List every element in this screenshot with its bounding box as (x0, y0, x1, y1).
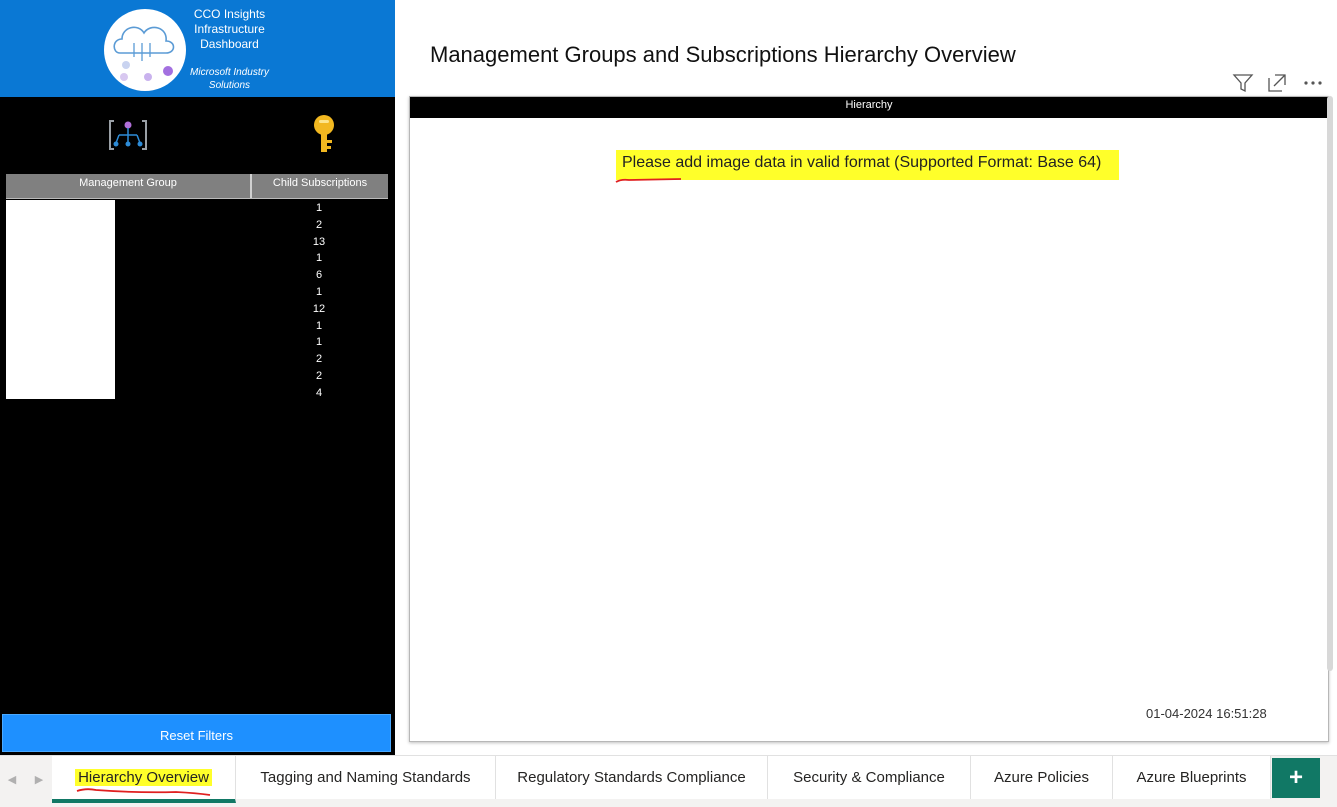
table-cell[interactable]: 4 (250, 385, 388, 402)
tab-azure-policies[interactable]: Azure Policies (971, 756, 1113, 799)
table-cell[interactable]: 1 (250, 334, 388, 351)
column-header-child-subscriptions[interactable]: Child Subscriptions (252, 174, 388, 198)
column-header-management-group[interactable]: Management Group (6, 174, 250, 198)
table-cell[interactable]: 1 (250, 284, 388, 301)
page-title: Management Groups and Subscriptions Hier… (430, 42, 1016, 67)
filter-icon[interactable] (1232, 72, 1254, 94)
more-options-icon[interactable] (1302, 72, 1324, 94)
table-cell[interactable]: 1 (250, 318, 388, 335)
table-cell[interactable]: 1 (250, 200, 388, 217)
tab-security-compliance[interactable]: Security & Compliance (768, 756, 971, 799)
annotation-underline (615, 172, 683, 183)
hierarchy-visual[interactable]: Hierarchy Please add image data in valid… (409, 96, 1329, 742)
child-subscriptions-column: 1 2 13 1 6 1 12 1 1 2 2 4 (250, 200, 388, 402)
table-cell[interactable]: 12 (250, 301, 388, 318)
tab-regulatory-standards-compliance[interactable]: Regulatory Standards Compliance (496, 756, 768, 799)
brand-subtitle: Microsoft Industry Solutions (190, 67, 269, 91)
table-header: Management Group Child Subscriptions (6, 174, 388, 199)
management-group-icon (108, 117, 148, 153)
management-group-names-redacted (6, 200, 115, 399)
table-cell[interactable]: 2 (250, 217, 388, 234)
add-page-button[interactable]: + (1272, 758, 1320, 798)
tab-tagging-naming-standards[interactable]: Tagging and Naming Standards (236, 756, 496, 799)
timestamp: 01-04-2024 16:51:28 (1146, 706, 1267, 721)
page-tab-bar: ◀ ▶ Hierarchy Overview Tagging and Namin… (0, 755, 1337, 807)
chevron-right-icon[interactable]: ▶ (32, 772, 46, 788)
brand-title: CCO Insights Infrastructure Dashboard (193, 7, 266, 51)
cloud-logo-icon (104, 9, 186, 91)
tab-azure-blueprints[interactable]: Azure Blueprints (1113, 756, 1271, 799)
visual-header: Hierarchy (410, 97, 1328, 118)
table-cell[interactable]: 13 (250, 234, 388, 251)
chevron-left-icon[interactable]: ◀ (5, 772, 19, 788)
table-cell[interactable]: 2 (250, 351, 388, 368)
focus-mode-icon[interactable] (1266, 72, 1288, 94)
table-cell[interactable]: 1 (250, 250, 388, 267)
table-cell[interactable]: 6 (250, 267, 388, 284)
add-page-icon: + (1288, 764, 1303, 791)
key-icon (310, 114, 338, 156)
table-cell[interactable]: 2 (250, 368, 388, 385)
reset-filters-button[interactable]: Reset Filters (2, 714, 391, 752)
vertical-scrollbar[interactable] (1327, 96, 1333, 671)
format-error-message: Please add image data in valid format (S… (616, 150, 1120, 180)
visual-toolbar (1232, 72, 1330, 96)
annotation-underline (76, 784, 216, 796)
